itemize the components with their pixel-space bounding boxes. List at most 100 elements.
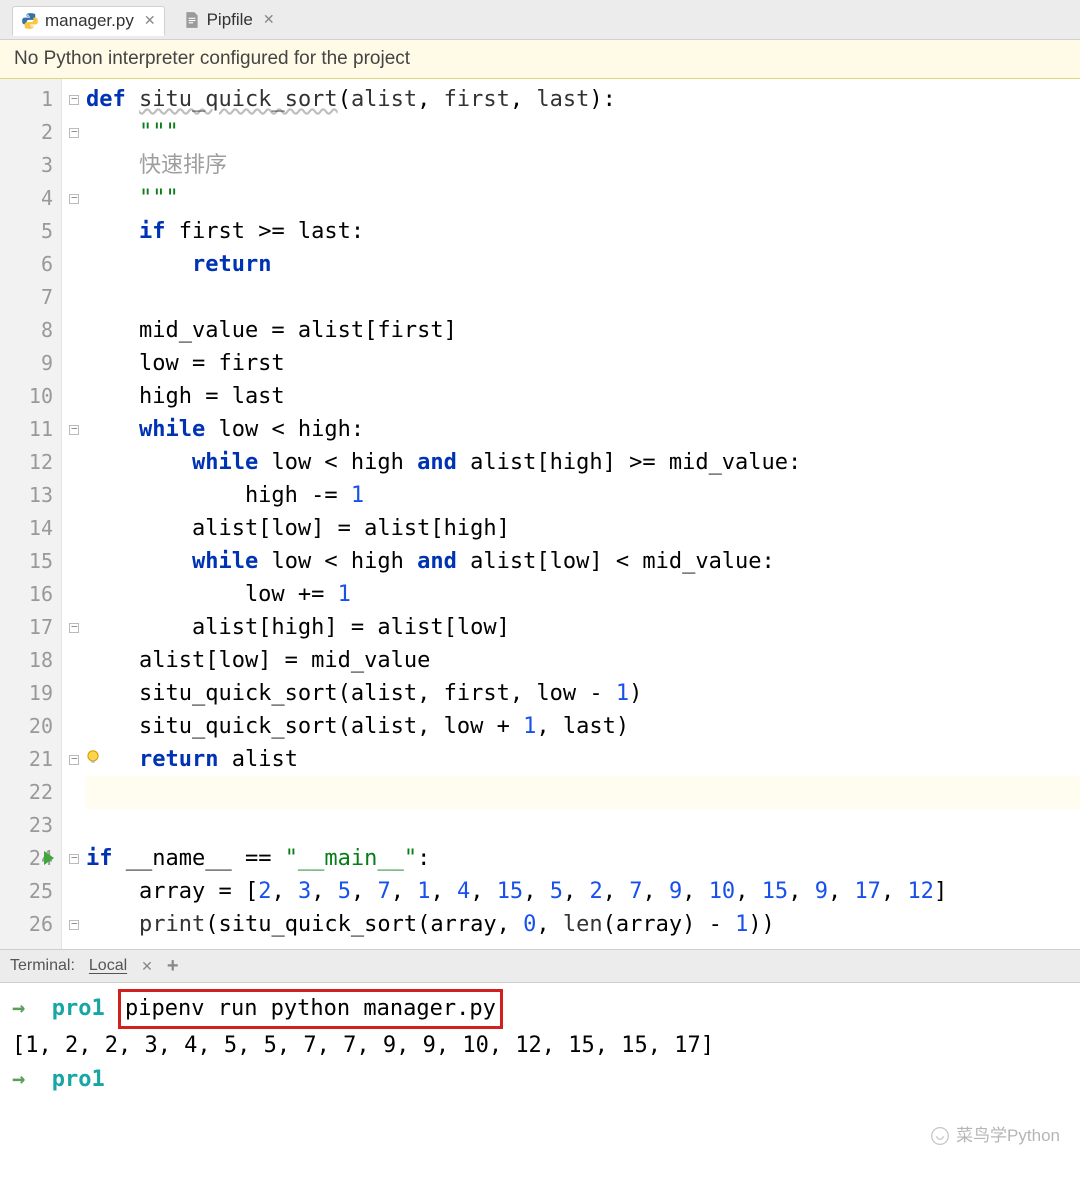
add-terminal-icon[interactable]: + [167, 955, 179, 978]
close-icon[interactable]: ✕ [263, 11, 275, 28]
code-line[interactable]: while low < high: [86, 413, 1080, 446]
code-line[interactable]: low = first [86, 347, 1080, 380]
code-line[interactable]: 快速排序 [86, 149, 1080, 182]
fold-cell [62, 908, 86, 941]
prompt-dir: pro1 [52, 1067, 105, 1092]
terminal-command-highlighted: pipenv run python manager.py [118, 989, 503, 1029]
fold-toggle-icon[interactable] [69, 425, 79, 435]
close-icon[interactable]: ✕ [141, 958, 153, 975]
fold-cell [62, 842, 86, 875]
line-number: 15 [0, 545, 61, 578]
terminal-panel-bar: Terminal: Local ✕ + [0, 949, 1080, 983]
line-number: 1 [0, 83, 61, 116]
code-line[interactable]: alist[low] = mid_value [86, 644, 1080, 677]
code-line[interactable]: high -= 1 [86, 479, 1080, 512]
code-line[interactable]: mid_value = alist[first] [86, 314, 1080, 347]
line-number: 22 [0, 776, 61, 809]
code-line[interactable]: alist[low] = alist[high] [86, 512, 1080, 545]
code-line[interactable] [86, 776, 1080, 809]
close-icon[interactable]: ✕ [144, 12, 156, 29]
fold-cell [62, 149, 86, 182]
fold-toggle-icon[interactable] [69, 128, 79, 138]
code-editor[interactable]: 1234567891011121314151617181920212223242… [0, 79, 1080, 949]
line-number: 4 [0, 182, 61, 215]
fold-cell [62, 710, 86, 743]
editor-tab-pipfile[interactable]: Pipfile ✕ [175, 6, 283, 34]
fold-cell [62, 413, 86, 446]
fold-toggle-icon[interactable] [69, 194, 79, 204]
fold-cell [62, 512, 86, 545]
terminal-output[interactable]: → pro1 pipenv run python manager.py [1, … [0, 983, 1080, 1183]
line-number: 26 [0, 908, 61, 941]
line-number: 10 [0, 380, 61, 413]
fold-cell [62, 743, 86, 776]
line-number: 18 [0, 644, 61, 677]
fold-cell [62, 644, 86, 677]
fold-toggle-icon[interactable] [69, 623, 79, 633]
code-line[interactable]: return alist [86, 743, 1080, 776]
code-line[interactable]: low += 1 [86, 578, 1080, 611]
code-line[interactable]: """ [86, 116, 1080, 149]
fold-cell [62, 809, 86, 842]
code-line[interactable]: while low < high and alist[high] >= mid_… [86, 446, 1080, 479]
fold-column [62, 79, 86, 949]
fold-cell [62, 182, 86, 215]
fold-cell [62, 578, 86, 611]
terminal-line: → pro1 pipenv run python manager.py [12, 989, 1068, 1029]
fold-cell [62, 347, 86, 380]
code-line[interactable]: """ [86, 182, 1080, 215]
fold-toggle-icon[interactable] [69, 920, 79, 930]
fold-cell [62, 380, 86, 413]
fold-cell [62, 677, 86, 710]
fold-toggle-icon[interactable] [69, 854, 79, 864]
code-line[interactable]: high = last [86, 380, 1080, 413]
fold-cell [62, 446, 86, 479]
fold-cell [62, 875, 86, 908]
line-number: 9 [0, 347, 61, 380]
code-area[interactable]: def situ_quick_sort(alist, first, last):… [86, 79, 1080, 949]
code-line[interactable]: alist[high] = alist[low] [86, 611, 1080, 644]
prompt-arrow-icon: → [12, 1067, 25, 1092]
tab-label: manager.py [45, 11, 134, 31]
code-line[interactable] [86, 809, 1080, 842]
watermark: 菜鸟学Python [930, 1119, 1060, 1153]
interpreter-warning-bar[interactable]: No Python interpreter configured for the… [0, 40, 1080, 79]
line-number: 24 [0, 842, 61, 875]
code-line[interactable]: if first >= last: [86, 215, 1080, 248]
editor-tab-bar: manager.py ✕ Pipfile ✕ [0, 0, 1080, 40]
editor-tab-manager-py[interactable]: manager.py ✕ [12, 6, 165, 36]
line-number: 20 [0, 710, 61, 743]
line-number-gutter: 1234567891011121314151617181920212223242… [0, 79, 62, 949]
fold-cell [62, 116, 86, 149]
line-number: 5 [0, 215, 61, 248]
terminal-tab-local[interactable]: Local [89, 957, 127, 975]
fold-toggle-icon[interactable] [69, 95, 79, 105]
fold-cell [62, 611, 86, 644]
line-number: 23 [0, 809, 61, 842]
code-line[interactable]: def situ_quick_sort(alist, first, last): [86, 83, 1080, 116]
run-gutter-icon[interactable] [44, 851, 54, 865]
fold-cell [62, 248, 86, 281]
code-line[interactable]: if __name__ == "__main__": [86, 842, 1080, 875]
line-number: 25 [0, 875, 61, 908]
line-number: 21 [0, 743, 61, 776]
fold-cell [62, 545, 86, 578]
fold-toggle-icon[interactable] [69, 755, 79, 765]
code-line[interactable]: array = [2, 3, 5, 7, 1, 4, 15, 5, 2, 7, … [86, 875, 1080, 908]
code-line[interactable]: print(situ_quick_sort(array, 0, len(arra… [86, 908, 1080, 941]
intention-bulb-icon[interactable] [84, 743, 102, 761]
line-number: 8 [0, 314, 61, 347]
fold-cell [62, 776, 86, 809]
line-number: 17 [0, 611, 61, 644]
prompt-arrow-icon: → [12, 996, 25, 1021]
fold-cell [62, 215, 86, 248]
text-file-icon [183, 11, 201, 29]
code-line[interactable] [86, 281, 1080, 314]
code-line[interactable]: situ_quick_sort(alist, first, low - 1) [86, 677, 1080, 710]
line-number: 6 [0, 248, 61, 281]
code-line[interactable]: while low < high and alist[low] < mid_va… [86, 545, 1080, 578]
code-line[interactable]: situ_quick_sort(alist, low + 1, last) [86, 710, 1080, 743]
python-file-icon [21, 12, 39, 30]
fold-cell [62, 83, 86, 116]
code-line[interactable]: return [86, 248, 1080, 281]
